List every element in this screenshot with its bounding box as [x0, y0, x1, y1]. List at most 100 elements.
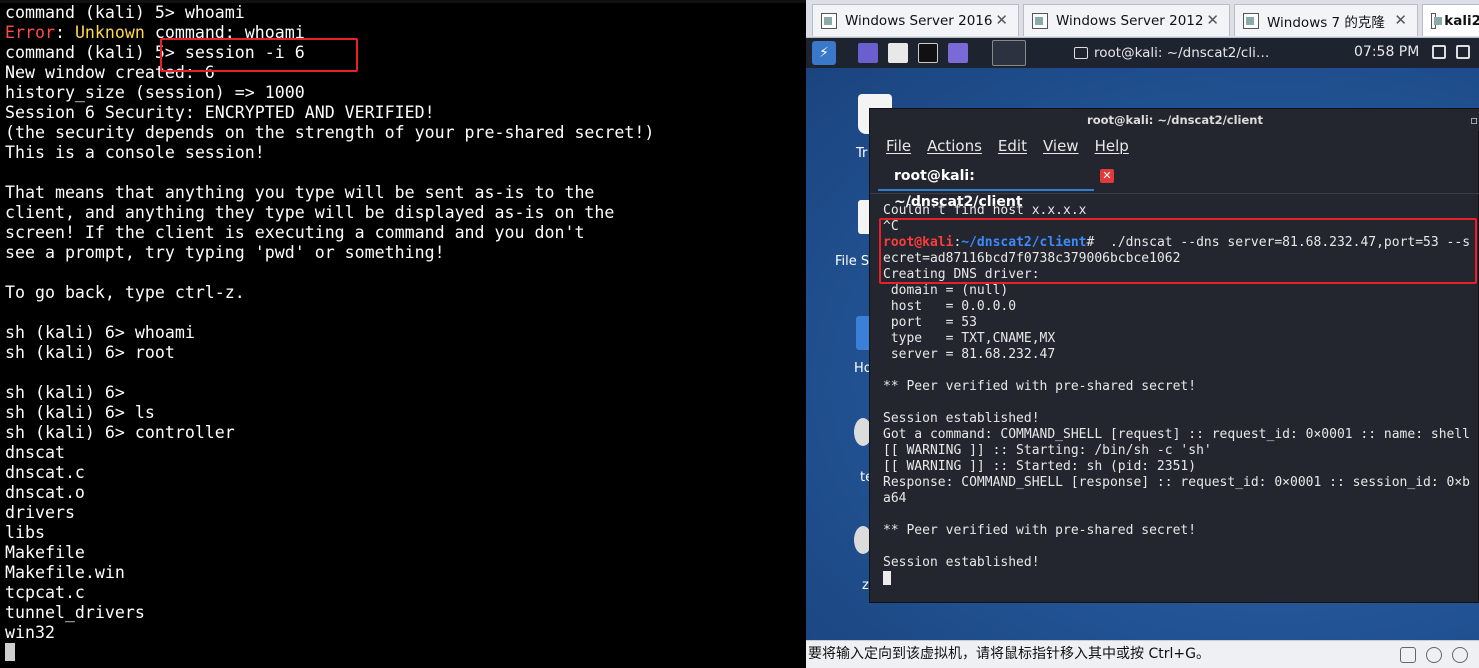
device-icon[interactable] — [1400, 647, 1416, 663]
terminal-line: dnscat — [5, 443, 654, 463]
display-icon[interactable] — [1432, 45, 1446, 59]
file-manager-icon[interactable] — [888, 43, 908, 63]
close-icon[interactable]: ✕ — [995, 11, 1008, 29]
highlight-box-session-command — [160, 38, 358, 72]
terminal-text: Error — [5, 23, 55, 42]
maximize-icon[interactable]: ▫ — [1470, 109, 1478, 131]
terminal-text: tunnel_drivers — [5, 603, 145, 622]
terminal-line: tcpcat.c — [5, 583, 654, 603]
terminal-text: command (kali) 5> whoami — [5, 3, 245, 22]
terminal-line: ** Peer verified with pre-shared secret! — [883, 379, 1470, 395]
terminal-text: sh (kali) 6> — [5, 383, 125, 402]
vm-tab-windows-7-clone[interactable]: Windows 7 的克隆 ✕ — [1234, 4, 1418, 36]
workspace-icon[interactable] — [858, 43, 878, 63]
vm-tab-kali[interactable]: kali2 — [1422, 4, 1479, 36]
terminal-text: Makefile.win — [5, 563, 125, 582]
terminal-text: ** Peer verified with pre-shared secret! — [883, 379, 1197, 394]
terminal-text: sh (kali) 6> controller — [5, 423, 235, 442]
terminal-titlebar[interactable]: root@kali: ~/dnscat2/client ▫ — [870, 109, 1479, 131]
terminal-line: Session established! — [883, 555, 1470, 571]
terminal-text: client, and anything they type will be d… — [5, 203, 615, 222]
terminal-line: dnscat.c — [5, 463, 654, 483]
vm-tab-label: Windows Server 2016 — [845, 12, 993, 29]
vm-tab-label: Windows 7 的克隆 — [1267, 14, 1385, 31]
terminal-line: sh (kali) 6> whoami — [5, 323, 654, 343]
menu-view[interactable]: View — [1043, 137, 1079, 155]
terminal-line: history_size (session) => 1000 — [5, 83, 654, 103]
vm-icon — [1431, 12, 1443, 29]
terminal-line: a64 — [883, 491, 1470, 507]
terminal-text: libs — [5, 523, 45, 542]
cd-icon[interactable] — [1426, 647, 1442, 663]
terminal-text: Response: COMMAND_SHELL [response] :: re… — [883, 475, 1470, 490]
kali-terminal-window[interactable]: root@kali: ~/dnscat2/client ▫ File Actio… — [869, 108, 1479, 603]
terminal-line: Couldn't find host x.x.x.x — [883, 203, 1470, 219]
menu-edit[interactable]: Edit — [998, 137, 1027, 155]
kali-menu-icon[interactable]: ⚡ — [812, 41, 836, 65]
menu-actions[interactable]: Actions — [927, 137, 982, 155]
terminal-line: see a prompt, try typing 'pwd' or someth… — [5, 243, 654, 263]
terminal-text: sh (kali) 6> whoami — [5, 323, 195, 342]
terminal-line: dnscat.o — [5, 483, 654, 503]
terminal-line: Session established! — [883, 411, 1470, 427]
left-terminal-output: command (kali) 5> whoami Error: Unknown c… — [5, 3, 654, 663]
vm-status-bar: 要将输入定向到该虚拟机，请将鼠标指针移入其中或按 Ctrl+G。 — [806, 640, 1479, 668]
terminal-line: tunnel_drivers — [5, 603, 654, 623]
terminal-line: To go back, type ctrl-z. — [5, 283, 654, 303]
terminal-text: Makefile — [5, 543, 85, 562]
close-icon[interactable]: ✕ — [1100, 169, 1114, 183]
vm-tab-windows-server-2016[interactable]: Windows Server 2016 ✕ — [812, 4, 1019, 36]
vm-tab-bar: Windows Server 2016 ✕ Windows Server 201… — [806, 0, 1479, 38]
terminal-line: [[ WARNING ]] :: Starting: /bin/sh -c 's… — [883, 443, 1470, 459]
terminal-line: server = 81.68.232.47 — [883, 347, 1470, 363]
menu-help[interactable]: Help — [1095, 137, 1129, 155]
terminal-cursor — [5, 643, 15, 661]
terminal-text: a64 — [883, 491, 907, 506]
network-icon[interactable] — [1452, 647, 1468, 663]
terminal-line: libs — [5, 523, 654, 543]
terminal-line: That means that anything you type will b… — [5, 183, 654, 203]
lock-icon[interactable] — [1456, 45, 1470, 59]
terminal-line: command (kali) 5> whoami — [5, 3, 654, 23]
menu-file[interactable]: File — [886, 137, 911, 155]
vm-icon — [821, 12, 837, 29]
terminal-text: port = 53 — [883, 315, 977, 330]
app-icon[interactable] — [948, 43, 968, 63]
terminal-line: Makefile.win — [5, 563, 654, 583]
terminal-text: [[ WARNING ]] :: Starting: /bin/sh -c 's… — [883, 443, 1212, 458]
taskbar-window-title: root@kali: ~/dnscat2/cli… — [1094, 45, 1270, 61]
kali-top-panel: ⚡ root@kali: ~/dnscat2/cli… 07:58 PM — [806, 38, 1479, 68]
terminal-tab[interactable]: root@kali: ~/dnscat2/client ✕ — [878, 163, 1114, 210]
active-terminal-icon[interactable] — [992, 40, 1026, 66]
terminal-text: To go back, type ctrl-z. — [5, 283, 245, 302]
vm-tab-windows-server-2012[interactable]: Windows Server 2012 ✕ — [1023, 4, 1230, 36]
terminal-title: root@kali: ~/dnscat2/client — [1087, 113, 1263, 127]
divider — [870, 193, 1479, 194]
vm-tab-label: kali2 — [1444, 12, 1479, 29]
terminal-text: Couldn't find host x.x.x.x — [883, 203, 1087, 218]
terminal-text: dnscat — [5, 443, 65, 462]
terminal-text: Unknown — [74, 23, 145, 42]
terminal-text: Session established! — [883, 411, 1040, 426]
terminal-menubar: File Actions Edit View Help — [886, 137, 1129, 155]
terminal-text: win32 — [5, 623, 55, 642]
terminal-text: This is a console session! — [5, 143, 265, 162]
close-icon[interactable]: ✕ — [1206, 11, 1219, 29]
terminal-line — [5, 643, 654, 663]
terminal-line: port = 53 — [883, 315, 1470, 331]
terminal-text: : — [54, 23, 75, 42]
terminal-text: tcpcat.c — [5, 583, 85, 602]
taskbar-window-item[interactable]: root@kali: ~/dnscat2/cli… — [1074, 42, 1284, 64]
desktop-icon-label: Tr — [856, 146, 868, 161]
terminal-line: host = 0.0.0.0 — [883, 299, 1470, 315]
terminal-icon[interactable] — [918, 43, 938, 63]
left-terminal[interactable]: command (kali) 5> whoami Error: Unknown c… — [0, 0, 806, 668]
terminal-line: Makefile — [5, 543, 654, 563]
vm-status-text: 要将输入定向到该虚拟机，请将鼠标指针移入其中或按 Ctrl+G。 — [808, 646, 1210, 662]
desktop-icon-label: File S — [835, 254, 870, 269]
close-icon[interactable]: ✕ — [1394, 11, 1407, 29]
